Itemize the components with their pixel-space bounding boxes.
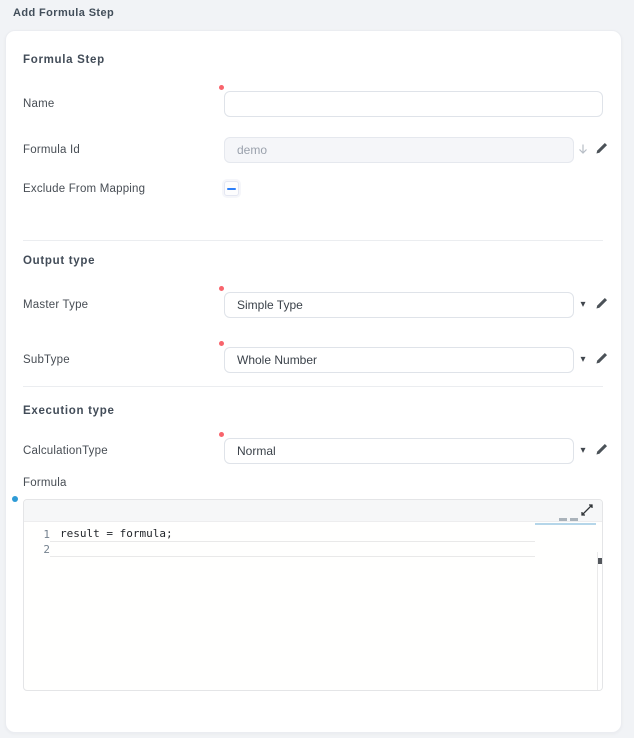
pencil-icon: [595, 352, 608, 368]
move-down-button[interactable]: [574, 140, 592, 160]
formula-id-label: Formula Id: [23, 137, 80, 164]
master-type-input[interactable]: [224, 292, 574, 318]
scroll-marker: [570, 518, 578, 521]
code-text[interactable]: [50, 542, 535, 557]
form-card: Formula Step Name Formula Id Exclude Fro: [5, 30, 622, 733]
code-line: 1 result = formula;: [24, 527, 595, 542]
exclude-from-mapping-checkbox[interactable]: [224, 181, 239, 196]
pencil-icon: [595, 297, 608, 313]
indeterminate-minus-icon: [227, 188, 236, 190]
required-indicator: [219, 85, 224, 90]
exclude-from-mapping-label: Exclude From Mapping: [23, 181, 145, 198]
form-row-master-type: Master Type ▾: [23, 292, 606, 319]
section-divider: [23, 386, 603, 387]
formula-info-dot: [12, 496, 18, 502]
expand-editor-button[interactable]: [578, 503, 596, 520]
formula-label: Formula: [23, 477, 67, 489]
chevron-down-icon: ▾: [580, 295, 585, 315]
page-title: Add Formula Step: [13, 7, 114, 19]
calculation-type-input[interactable]: [224, 438, 574, 464]
formula-editor: 1 result = formula; 2: [23, 499, 603, 691]
editor-horizontal-scrollbar[interactable]: [535, 523, 596, 525]
name-input[interactable]: [224, 91, 603, 117]
editor-body: 1 result = formula; 2: [24, 526, 602, 690]
chevron-down-icon: ▾: [580, 441, 585, 461]
code-text[interactable]: result = formula;: [50, 527, 535, 542]
required-indicator: [219, 286, 224, 291]
line-number: 2: [24, 542, 50, 557]
editor-scrollbar-thumb[interactable]: [598, 558, 603, 564]
expand-icon: [580, 503, 594, 520]
section-heading-execution-type: Execution type: [23, 404, 115, 418]
master-type-dropdown-button[interactable]: ▾: [574, 295, 592, 315]
sub-type-dropdown-button[interactable]: ▾: [574, 350, 592, 370]
edit-sub-type-button[interactable]: [592, 350, 610, 370]
code-line: 2: [24, 542, 595, 557]
edit-calculation-type-button[interactable]: [592, 441, 610, 461]
section-divider: [23, 240, 603, 241]
pencil-icon: [595, 443, 608, 459]
scroll-marker: [559, 518, 567, 521]
form-row-formula-id: Formula Id: [23, 137, 606, 164]
master-type-label: Master Type: [23, 292, 88, 319]
sub-type-input[interactable]: [224, 347, 574, 373]
editor-vertical-scrollbar[interactable]: [597, 552, 603, 690]
required-indicator: [219, 432, 224, 437]
code-area[interactable]: 1 result = formula; 2: [24, 527, 595, 690]
section-heading-formula-step: Formula Step: [23, 53, 105, 67]
arrow-down-icon: [577, 143, 589, 158]
edit-formula-id-button[interactable]: [592, 140, 610, 160]
form-row-exclude-from-mapping: Exclude From Mapping: [23, 181, 606, 198]
formula-id-input: [224, 137, 574, 163]
calculation-type-label: CalculationType: [23, 438, 108, 465]
edit-master-type-button[interactable]: [592, 295, 610, 315]
calculation-type-dropdown-button[interactable]: ▾: [574, 441, 592, 461]
form-row-calculation-type: CalculationType ▾: [23, 438, 606, 465]
section-heading-output-type: Output type: [23, 254, 95, 268]
chevron-down-icon: ▾: [580, 350, 585, 370]
pencil-icon: [595, 142, 608, 158]
name-label: Name: [23, 91, 54, 118]
line-number: 1: [24, 527, 50, 542]
required-indicator: [219, 341, 224, 346]
editor-toolbar: [24, 500, 602, 522]
form-row-name: Name: [23, 91, 606, 118]
sub-type-label: SubType: [23, 347, 70, 374]
form-row-sub-type: SubType ▾: [23, 347, 606, 374]
